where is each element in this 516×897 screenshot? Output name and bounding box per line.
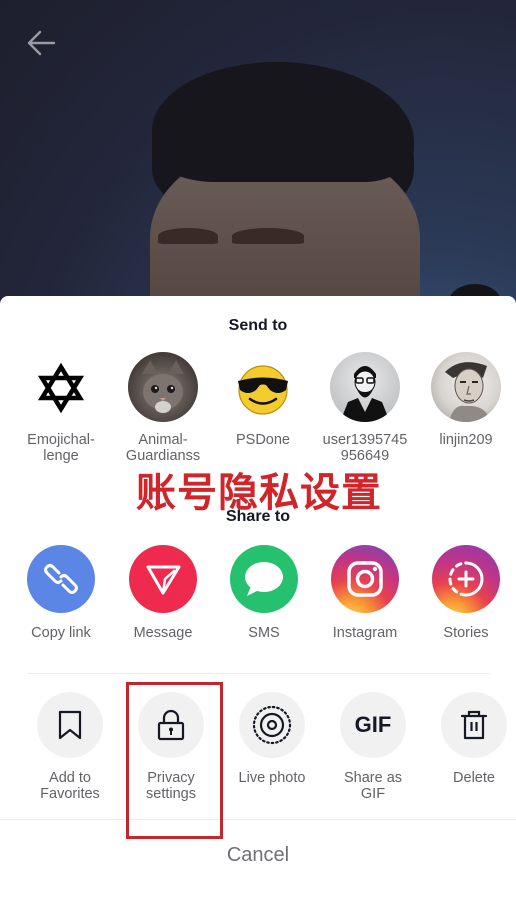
action-label-line1: Add to: [49, 770, 91, 786]
share-message[interactable]: Message: [113, 545, 213, 641]
annotation-caption: 账号隐私设置: [136, 470, 382, 516]
action-label: Privacy settings: [121, 770, 221, 802]
share-label: Message: [133, 625, 193, 641]
contact-name-line1: Emojichal-: [27, 432, 95, 448]
send-to-contact[interactable]: Animal- Guardianss: [113, 352, 213, 464]
action-label-line1: Delete: [453, 770, 495, 786]
action-privacy-settings[interactable]: Privacy settings: [121, 692, 221, 802]
contact-name-line1: Animal-: [138, 432, 188, 448]
lock-icon: [138, 692, 204, 758]
contact-name: PSDone: [213, 432, 313, 448]
action-live-photo[interactable]: Live photo: [222, 692, 322, 786]
share-label: Stories: [443, 625, 489, 641]
share-sms[interactable]: SMS: [214, 545, 314, 641]
contact-name-line2: lenge: [43, 448, 79, 464]
share-copy-link[interactable]: Copy link: [11, 545, 111, 641]
instagram-icon: [331, 545, 399, 613]
bearded-man-avatar: [330, 352, 400, 422]
bookmark-icon: [37, 692, 103, 758]
cancel-divider: [0, 819, 516, 820]
action-label-line1: Live photo: [238, 770, 306, 786]
send-to-contact[interactable]: linjin209: [416, 352, 516, 448]
contact-name: user1395745 956649: [315, 432, 415, 464]
action-share-as-gif[interactable]: GIF Share as GIF: [323, 692, 423, 802]
action-label-line2: settings: [146, 786, 196, 802]
cancel-button[interactable]: Cancel: [0, 844, 516, 867]
send-to-title: Send to: [228, 317, 288, 334]
send-to-contact[interactable]: Emojichal- lenge: [11, 352, 111, 464]
kitten-avatar: [128, 352, 198, 422]
send-icon: [129, 545, 197, 613]
share-instagram[interactable]: Instagram: [315, 545, 415, 641]
action-label: Share as GIF: [323, 770, 423, 802]
back-button[interactable]: [22, 26, 60, 60]
share-stories[interactable]: Stories: [416, 545, 516, 641]
share-label: SMS: [248, 625, 280, 641]
contact-name-line1: PSDone: [235, 432, 290, 448]
chat-bubble-icon: [230, 545, 298, 613]
section-divider: [28, 673, 490, 674]
man-portrait-avatar: [431, 352, 501, 422]
action-label-line1: Privacy: [147, 770, 195, 786]
live-photo-icon: [239, 692, 305, 758]
action-item-partial[interactable]: [0, 692, 12, 758]
contact-name-line2: 956649: [340, 448, 390, 464]
video-hair-top: [152, 62, 414, 182]
contact-name-line1: user1395745: [322, 432, 408, 448]
link-icon: [27, 545, 95, 613]
share-label: Instagram: [332, 625, 398, 641]
video-brow: [232, 228, 304, 244]
stories-plus-icon: [432, 545, 500, 613]
contact-name: linjin209: [416, 432, 516, 448]
send-to-contact[interactable]: user1395745 956649: [315, 352, 415, 464]
trash-icon: [441, 692, 507, 758]
action-label: Add to Favorites: [20, 770, 120, 802]
contact-name-line2: Guardianss: [125, 448, 201, 464]
action-label-line2: Favorites: [40, 786, 100, 802]
contact-name-line1: linjin209: [439, 432, 493, 448]
sunglasses-emoji-avatar: [228, 352, 298, 422]
star-of-david-icon: [26, 352, 96, 422]
action-label-line2: GIF: [360, 786, 386, 802]
action-add-to-favorites[interactable]: Add to Favorites: [20, 692, 120, 802]
video-brow: [158, 228, 218, 244]
action-delete[interactable]: Delete: [424, 692, 516, 786]
action-label-line1: Share as: [343, 770, 403, 786]
share-sheet: Send to Emojichal- lenge Animal- Guardia…: [0, 296, 516, 897]
action-label: Delete: [424, 770, 516, 786]
gif-glyph: GIF: [354, 712, 392, 737]
share-label: Copy link: [31, 625, 91, 641]
arrow-left-icon: [27, 30, 56, 56]
action-label: Live photo: [222, 770, 322, 786]
contact-name: Emojichal- lenge: [11, 432, 111, 464]
contact-name: Animal- Guardianss: [113, 432, 213, 464]
send-to-contact[interactable]: PSDone: [213, 352, 313, 448]
gif-icon: GIF: [340, 692, 406, 758]
